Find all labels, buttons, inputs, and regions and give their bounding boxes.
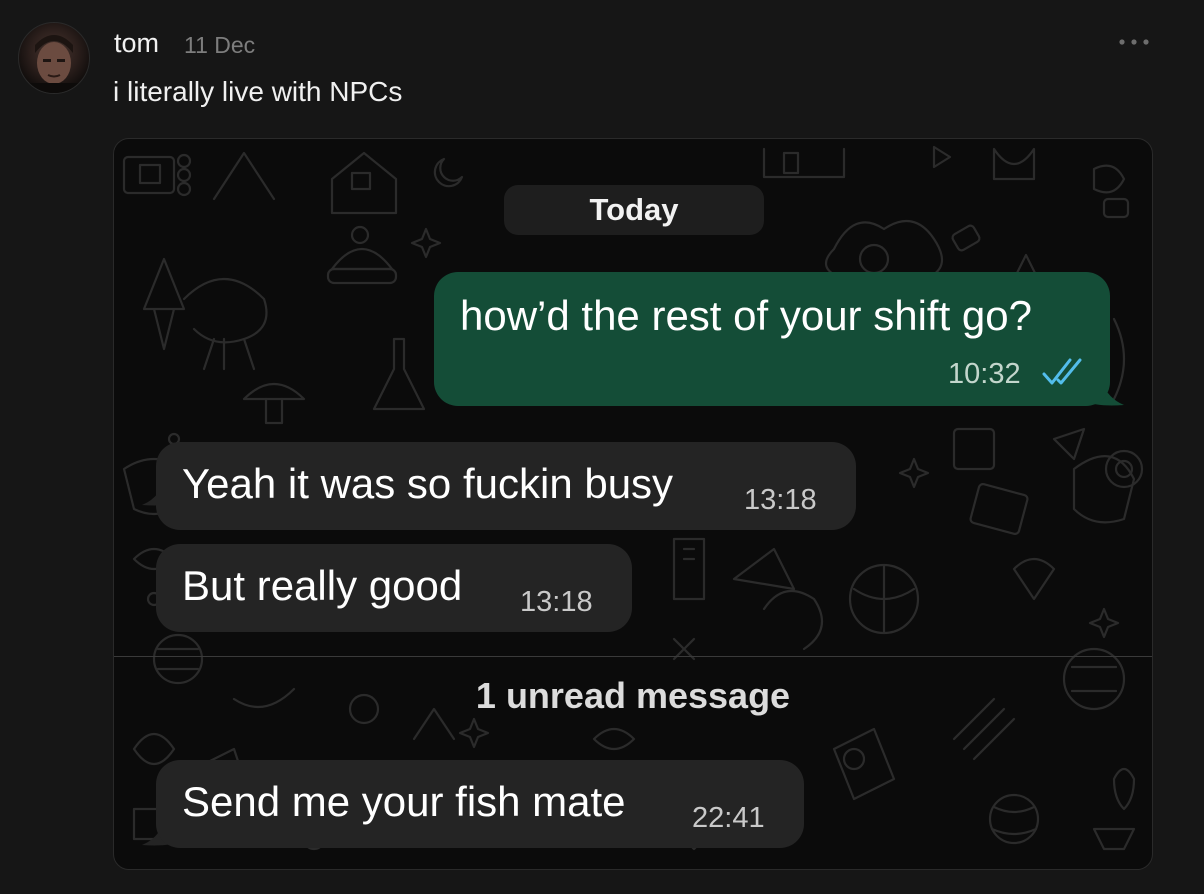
author-name[interactable]: tom [114,28,159,59]
post-text: i literally live with NPCs [113,76,403,107]
more-options-icon[interactable] [1116,30,1152,54]
unread-messages-label: 1 unread message [475,675,791,716]
message-time: 10:32 [948,358,1021,390]
message-text: Send me your fish mate [182,778,626,825]
message-time: 22:41 [692,802,765,834]
social-post: tom 11 Dec i literally live with NPCs To… [0,0,1204,894]
message-time: 13:18 [520,586,593,618]
message-text: how’d the rest of your shift go? [460,292,1032,339]
avatar-face-icon [19,35,89,93]
date-separator: Today [504,185,764,235]
unread-divider [114,656,1152,657]
message-text: Yeah it was so fuckin busy [182,460,674,507]
double-check-icon [1042,358,1082,385]
avatar[interactable] [18,22,90,94]
chat-screenshot[interactable]: Today how’d the rest of your shift go? 1… [113,138,1153,870]
message-bubble-outgoing[interactable]: how’d the rest of your shift go? 10:32 [434,272,1110,406]
post-date: 11 Dec [184,32,256,58]
message-time: 13:18 [744,484,817,516]
message-bubble-incoming[interactable]: But really good 13:18 [156,544,632,632]
message-bubble-incoming[interactable]: Yeah it was so fuckin busy 13:18 [156,442,856,530]
message-text: But really good [182,562,463,609]
message-bubble-incoming[interactable]: Send me your fish mate 22:41 [156,760,804,848]
